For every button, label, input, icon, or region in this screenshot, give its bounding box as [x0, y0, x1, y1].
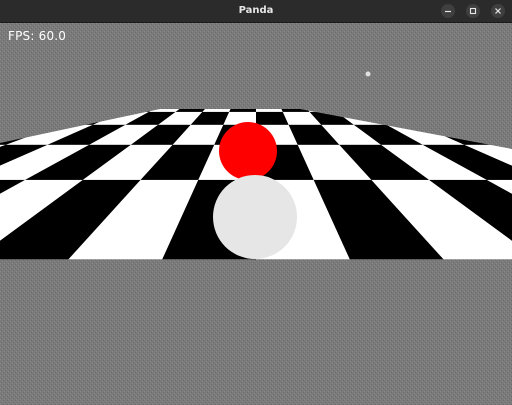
window-title: Panda: [238, 5, 274, 16]
scene-canvas[interactable]: [0, 23, 512, 405]
minimize-icon: [445, 10, 451, 13]
title-bar[interactable]: Panda: [0, 0, 512, 23]
white-sphere[interactable]: [213, 175, 297, 259]
red-sphere[interactable]: [219, 122, 277, 180]
maximize-icon: [469, 7, 477, 15]
app-window: Panda FPS: 60.0: [0, 0, 512, 405]
close-icon: [495, 8, 501, 14]
3d-viewport[interactable]: FPS: 60.0: [0, 23, 512, 405]
maximize-button[interactable]: [466, 4, 480, 18]
close-button[interactable]: [491, 4, 505, 18]
light-point: [365, 71, 371, 77]
fps-counter: FPS: 60.0: [8, 29, 67, 43]
minimize-button[interactable]: [441, 4, 455, 18]
